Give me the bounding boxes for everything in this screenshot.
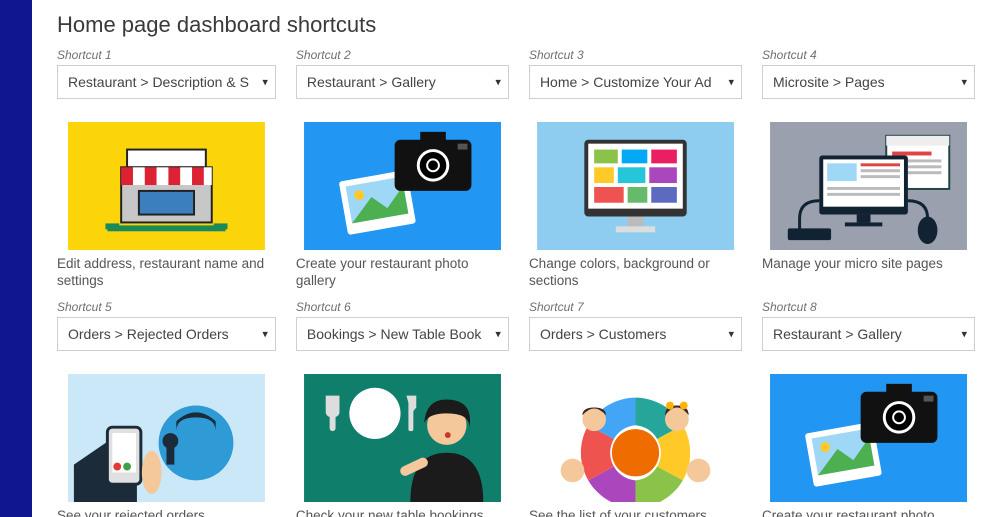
side-rail [0,0,32,517]
microsite-icon [762,122,975,250]
customers-icon [529,374,742,502]
shortcut-block-7: Shortcut 7 Orders > Customers ▾ [529,298,742,351]
shortcut-card-5[interactable]: See your rejected orders [57,359,276,517]
storefront-icon [57,122,276,250]
chevron-down-icon: ▾ [495,76,501,89]
shortcut-caption: Change colors, background or sections [529,256,742,290]
rejected-orders-icon [57,374,276,502]
customize-icon [529,122,742,250]
shortcut-label: Shortcut 6 [296,300,509,314]
shortcut-block-4: Shortcut 4 Microsite > Pages ▾ [762,46,975,99]
shortcut-block-5: Shortcut 5 Orders > Rejected Orders ▾ [57,298,276,351]
shortcut-card-7[interactable]: See the list of your customers [529,359,742,517]
shortcut-select-7[interactable]: Orders > Customers ▾ [529,317,742,351]
shortcut-caption: Manage your micro site pages [762,256,975,273]
gallery-icon [762,374,975,502]
shortcut-caption: See the list of your customers [529,508,742,517]
select-value: Home > Customize Your Ad [529,65,742,99]
chevron-down-icon: ▾ [262,76,268,89]
shortcut-caption: See your rejected orders [57,508,276,517]
shortcut-label: Shortcut 4 [762,48,975,62]
shortcut-label: Shortcut 7 [529,300,742,314]
select-value: Orders > Rejected Orders [57,317,276,351]
shortcut-select-3[interactable]: Home > Customize Your Ad ▾ [529,65,742,99]
select-value: Bookings > New Table Book [296,317,509,351]
shortcut-label: Shortcut 3 [529,48,742,62]
shortcut-card-8[interactable]: Create your restaurant photo gallery [762,359,975,517]
shortcut-select-8[interactable]: Restaurant > Gallery ▾ [762,317,975,351]
main-content: Home page dashboard shortcuts Shortcut 1… [32,0,1000,517]
shortcut-card-3[interactable]: Change colors, background or sections [529,107,742,290]
bookings-icon [296,374,509,502]
gallery-icon [296,122,509,250]
shortcut-select-1[interactable]: Restaurant > Description & S ▾ [57,65,276,99]
page-title: Home page dashboard shortcuts [57,12,975,38]
shortcut-select-6[interactable]: Bookings > New Table Book ▾ [296,317,509,351]
shortcut-block-6: Shortcut 6 Bookings > New Table Book ▾ [296,298,509,351]
shortcut-select-5[interactable]: Orders > Rejected Orders ▾ [57,317,276,351]
chevron-down-icon: ▾ [728,76,734,89]
select-value: Orders > Customers [529,317,742,351]
shortcut-select-4[interactable]: Microsite > Pages ▾ [762,65,975,99]
shortcut-label: Shortcut 8 [762,300,975,314]
chevron-down-icon: ▾ [961,76,967,89]
shortcut-card-2[interactable]: Create your restaurant photo gallery [296,107,509,290]
shortcut-caption: Create your restaurant photo gallery [762,508,975,517]
chevron-down-icon: ▾ [961,327,967,340]
shortcut-card-4[interactable]: Manage your micro site pages [762,107,975,290]
shortcut-block-1: Shortcut 1 Restaurant > Description & S … [57,46,276,99]
shortcut-card-6[interactable]: Check your new table bookings [296,359,509,517]
shortcut-select-2[interactable]: Restaurant > Gallery ▾ [296,65,509,99]
select-value: Restaurant > Description & S [57,65,276,99]
shortcut-label: Shortcut 5 [57,300,276,314]
shortcut-caption: Create your restaurant photo gallery [296,256,509,290]
shortcut-caption: Check your new table bookings [296,508,509,517]
select-value: Restaurant > Gallery [296,65,509,99]
chevron-down-icon: ▾ [495,327,501,340]
chevron-down-icon: ▾ [728,327,734,340]
select-value: Restaurant > Gallery [762,317,975,351]
shortcut-label: Shortcut 1 [57,48,276,62]
shortcut-block-3: Shortcut 3 Home > Customize Your Ad ▾ [529,46,742,99]
shortcut-block-2: Shortcut 2 Restaurant > Gallery ▾ [296,46,509,99]
shortcut-card-1[interactable]: Edit address, restaurant name and settin… [57,107,276,290]
chevron-down-icon: ▾ [262,327,268,340]
shortcut-block-8: Shortcut 8 Restaurant > Gallery ▾ [762,298,975,351]
shortcut-caption: Edit address, restaurant name and settin… [57,256,276,290]
select-value: Microsite > Pages [762,65,975,99]
shortcut-label: Shortcut 2 [296,48,509,62]
